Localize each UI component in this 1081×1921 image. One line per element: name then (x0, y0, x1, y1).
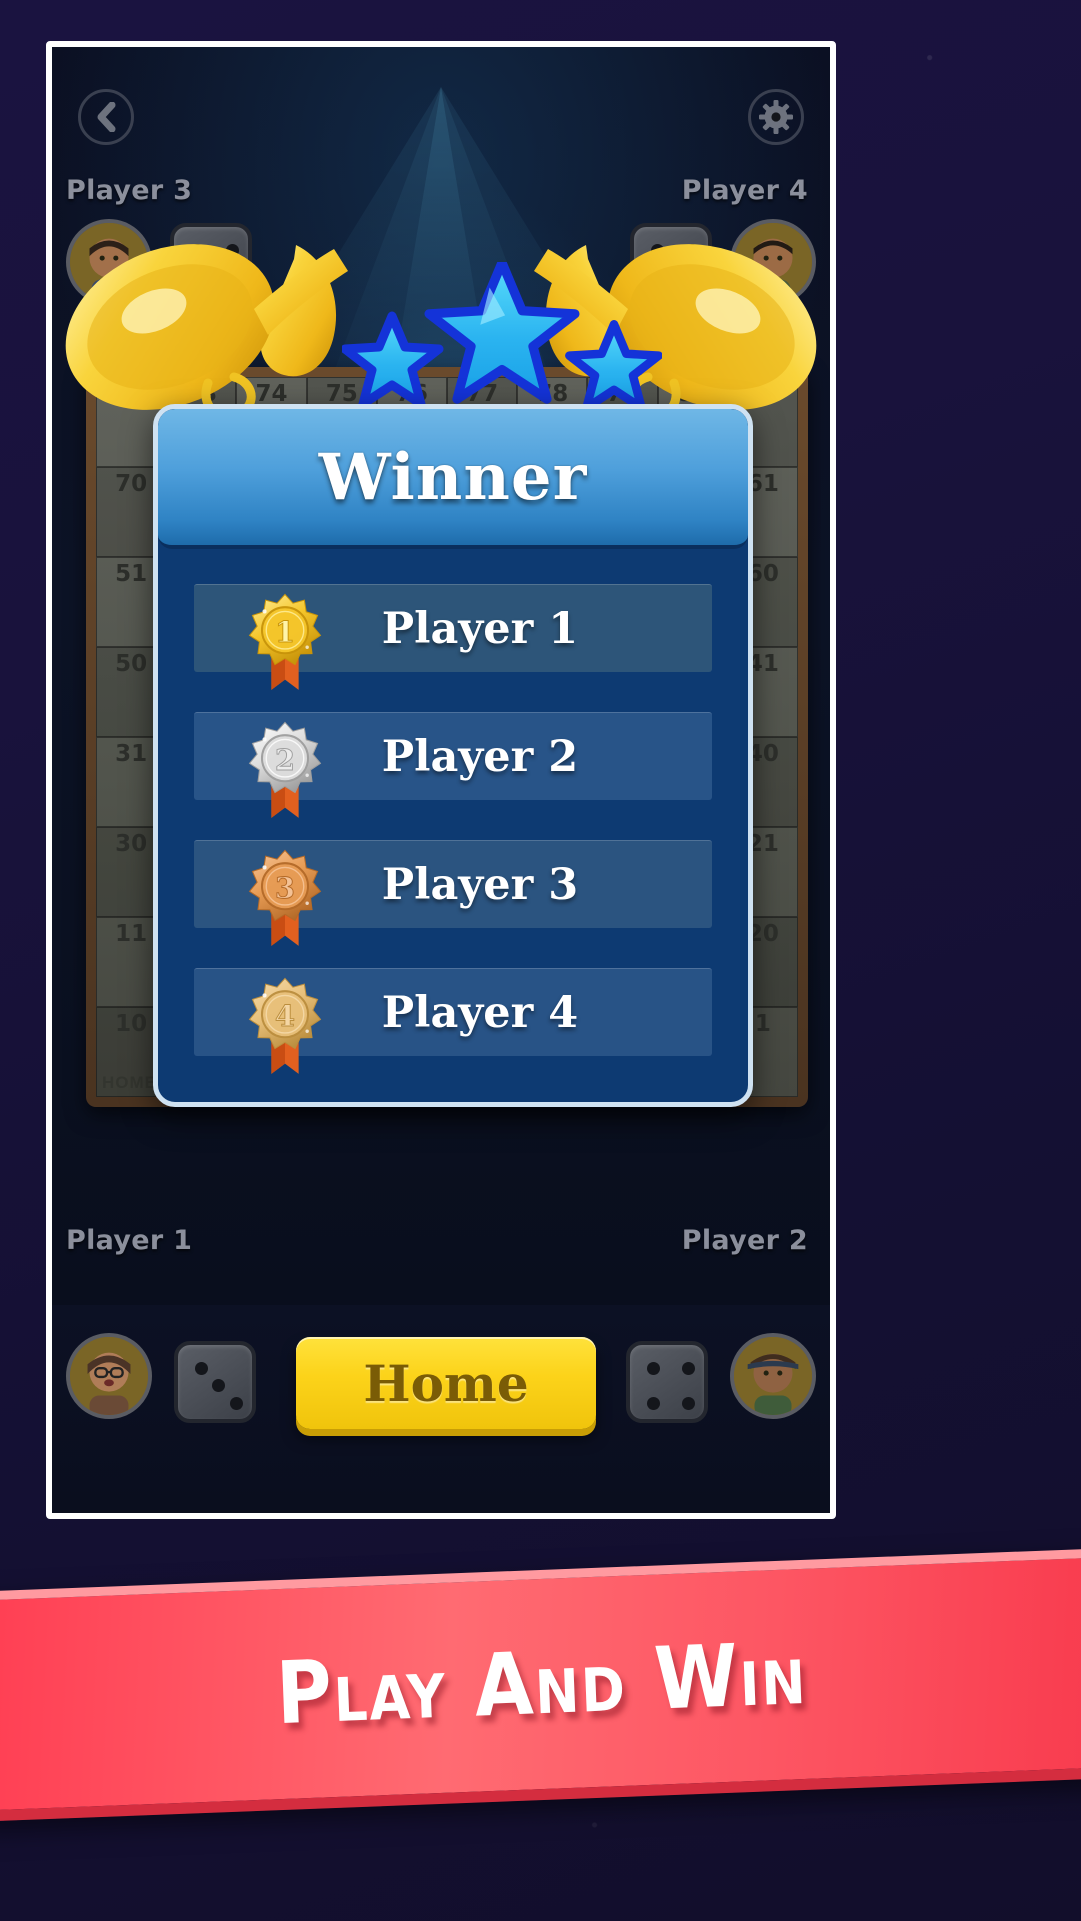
promo-banner-text: Play And Win (275, 1624, 809, 1744)
star-icon (429, 263, 575, 399)
board-player-label-bottom-left: Player 1 (66, 1225, 192, 1256)
board-player-label-top-right: Player 4 (682, 175, 808, 206)
gear-icon (759, 100, 793, 134)
winner-row[interactable]: 1 Player 1 (194, 584, 712, 672)
dialog-header: Winner (158, 409, 748, 549)
svg-text:2: 2 (275, 743, 295, 777)
bottom-bar: Home (52, 1305, 830, 1513)
board-home-label: HOME (102, 1073, 157, 1093)
winner-rows: 1 Player 1 2 Player 2 (158, 549, 748, 1056)
svg-text:4: 4 (275, 999, 295, 1033)
player1-avatar (66, 1333, 152, 1419)
player1-dice (174, 1341, 256, 1423)
app-root: Player 3 Player 4 Player 1 Player 2 (0, 0, 1081, 1921)
avatar-face (734, 1337, 812, 1415)
winner-row[interactable]: 4 Player 4 (194, 968, 712, 1056)
chevron-left-icon (93, 102, 119, 132)
phone-frame: Player 3 Player 4 Player 1 Player 2 (46, 41, 836, 1519)
silver-medal-icon: 2 (242, 719, 328, 823)
player2-dice (626, 1341, 708, 1423)
star-icon (569, 324, 658, 408)
home-button[interactable]: Home (296, 1337, 596, 1429)
medal-shape: 2 (242, 719, 328, 823)
board-player-label-bottom-right: Player 2 (682, 1225, 808, 1256)
winner-row[interactable]: 2 Player 2 (194, 712, 712, 800)
dialog-title: Winner (319, 440, 588, 515)
home-button-label: Home (363, 1354, 528, 1413)
medal-shape: 3 (242, 847, 328, 951)
gold-medal-icon: 1 (242, 591, 328, 695)
bronze-medal-icon: 3 (242, 847, 328, 951)
medal-shape: 4 (242, 975, 328, 1079)
svg-text:3: 3 (275, 871, 295, 905)
winner-dialog: Winner 1 Player 1 (153, 404, 753, 1107)
svg-text:1: 1 (275, 615, 295, 649)
medal-shape: 1 (242, 591, 328, 695)
settings-button[interactable] (748, 89, 804, 145)
rank4-medal-icon: 4 (242, 975, 328, 1079)
promo-banner: Play And Win (0, 1548, 1081, 1822)
player2-avatar (730, 1333, 816, 1419)
star-icon (345, 316, 439, 404)
back-button[interactable] (78, 89, 134, 145)
board-player-label-top-left: Player 3 (66, 175, 192, 206)
avatar-face (70, 1337, 148, 1415)
winner-row[interactable]: 3 Player 3 (194, 840, 712, 928)
